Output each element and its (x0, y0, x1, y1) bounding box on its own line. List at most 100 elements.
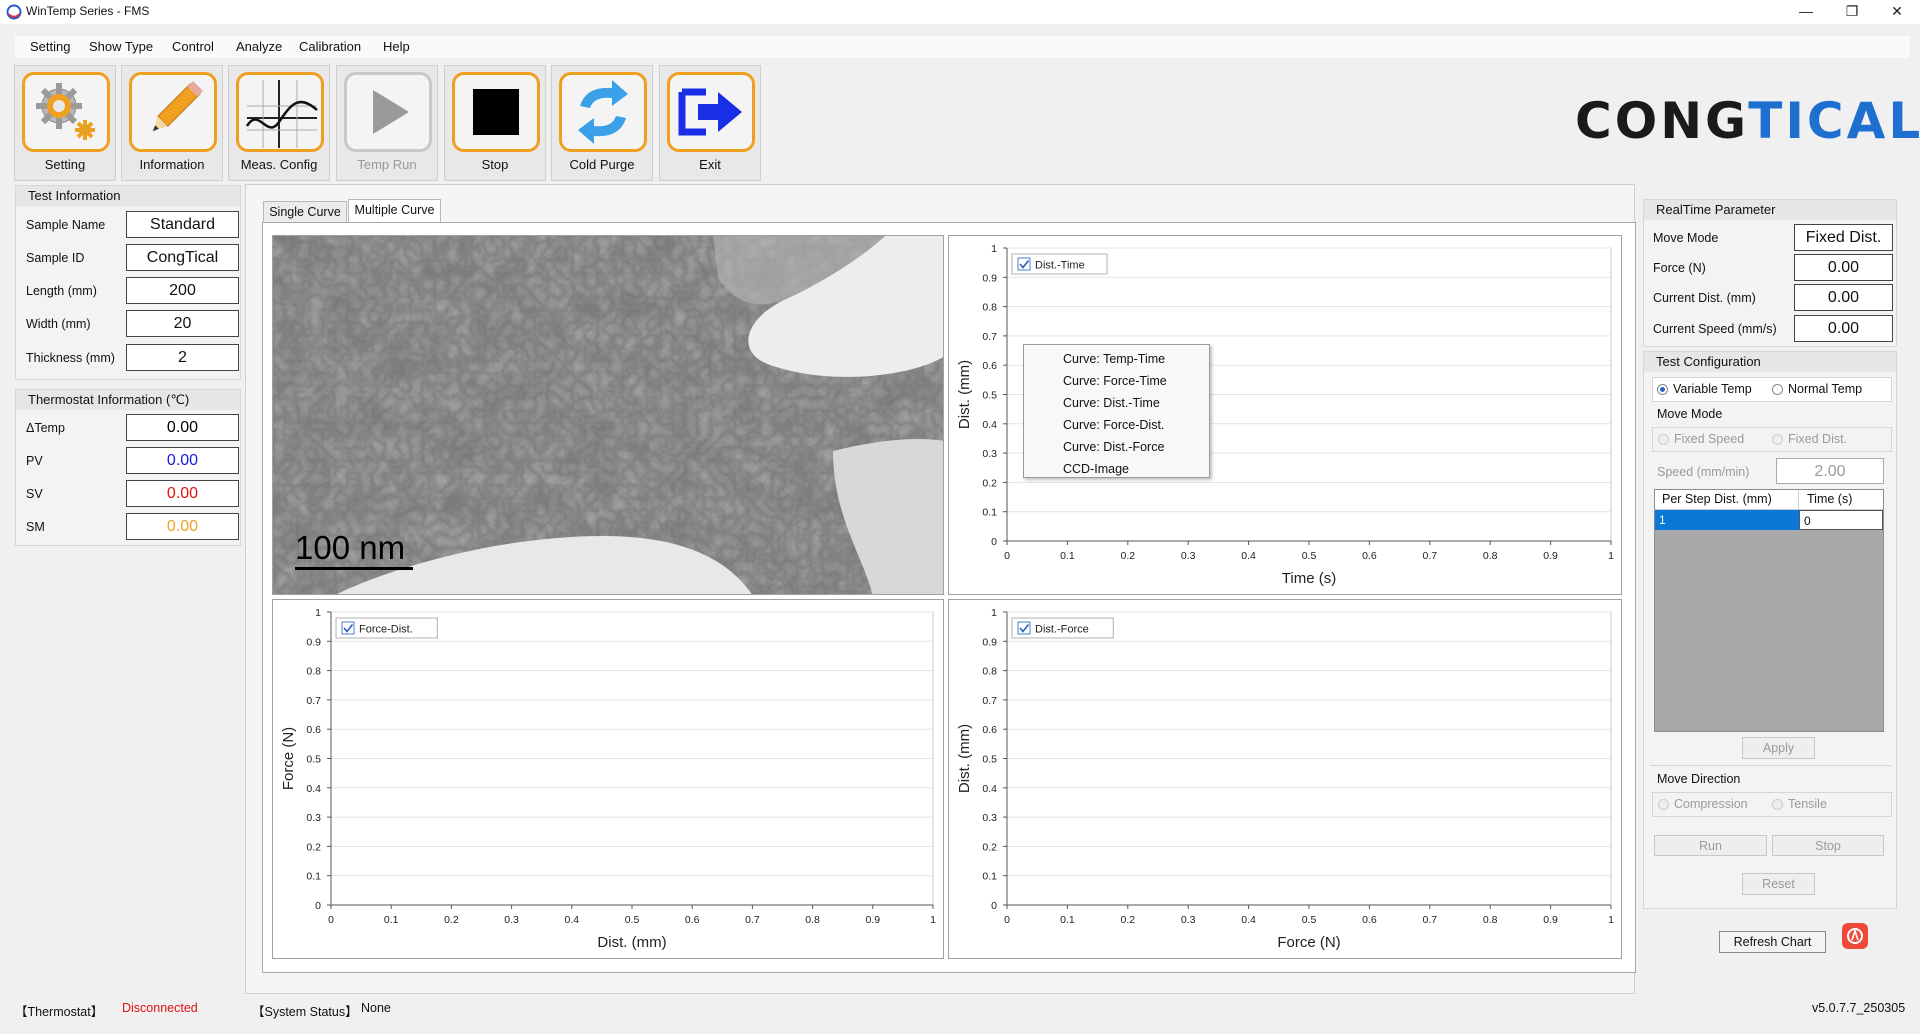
sample-id-label: Sample ID (26, 251, 85, 265)
brand-icon[interactable] (1842, 923, 1868, 949)
dist-force-xtick-label: 1 (1608, 914, 1614, 926)
dist-force-ytick-label: 0.6 (982, 724, 997, 736)
menu-analyze[interactable]: Analyze (236, 39, 282, 54)
direction-stop-button[interactable]: Stop (1772, 835, 1884, 856)
tensile-radio[interactable] (1772, 799, 1783, 810)
step-dist-header[interactable]: Per Step Dist. (mm) (1655, 490, 1799, 510)
fixed-dist-label[interactable]: Fixed Dist. (1788, 432, 1847, 446)
force-dist-xtick-label: 1 (930, 914, 936, 926)
delta-temp-value: 0.00 (126, 414, 239, 441)
dist-time-xtick-label: 1 (1608, 550, 1614, 562)
separator (1650, 765, 1892, 766)
force-dist-xtick-label: 0.3 (504, 914, 519, 926)
step-table: Per Step Dist. (mm) Time (s) 1 0 (1654, 489, 1884, 732)
version-label: v5.0.7.7_250305 (1812, 1001, 1906, 1015)
information-label: Information (139, 157, 205, 172)
system-status-value: None (361, 1001, 391, 1015)
dist-force-svg: 00 0.1 0.1 0.2 0.2 0.3 0.3 0.4 0.4 0.5 0.5 0.6 0.6 0.… (956, 607, 1614, 951)
speed-field[interactable]: 2.00 (1776, 458, 1884, 484)
length-field[interactable]: 200 (126, 277, 239, 304)
menu-show-type[interactable]: Show Type (89, 39, 153, 54)
width-field[interactable]: 20 (126, 310, 239, 337)
information-button[interactable]: Information (121, 65, 223, 181)
dist-force-xtick-label: 0.6 (1362, 914, 1377, 926)
cold-purge-button[interactable]: Cold Purge (551, 65, 653, 181)
dist-force-ytick-label: 1 (991, 607, 997, 619)
compression-label[interactable]: Compression (1674, 797, 1748, 811)
fixed-speed-radio[interactable] (1658, 434, 1669, 445)
dist-time-legend[interactable]: Dist.-Time (1011, 253, 1108, 275)
dist-force-xtick-label: 0.8 (1483, 914, 1498, 926)
force-dist-xtick-label: 0.6 (685, 914, 700, 926)
setting-label: Setting (44, 157, 86, 172)
menu-curve-temp-time[interactable]: Curve: Temp-Time (1063, 352, 1165, 366)
force-dist-xtick-label: 0.4 (564, 914, 579, 926)
meas-config-button[interactable]: Meas. Config (228, 65, 330, 181)
dist-force-ytick-label: 0.7 (982, 695, 997, 707)
menu-control[interactable]: Control (172, 39, 214, 54)
reset-button[interactable]: Reset (1742, 873, 1815, 895)
force-dist-legend-checkbox[interactable] (341, 621, 355, 635)
force-dist-legend[interactable]: Force-Dist. (335, 617, 438, 639)
force-dist-ytick-label: 0.9 (306, 636, 321, 648)
refresh-chart-button[interactable]: Refresh Chart (1719, 931, 1826, 953)
force-dist-ytick-label: 0.8 (306, 666, 321, 678)
dist-force-xtick-label: 0.2 (1120, 914, 1135, 926)
logo-part2: TICAL (1748, 92, 1920, 150)
system-status-label: 【System Status】 (252, 1005, 358, 1019)
tab-multiple-curve[interactable]: Multiple Curve (348, 199, 441, 223)
tensile-label[interactable]: Tensile (1788, 797, 1827, 811)
apply-button[interactable]: Apply (1742, 737, 1815, 759)
temp-run-button[interactable]: Temp Run (336, 65, 438, 181)
step-time-cell[interactable]: 0 (1799, 510, 1883, 530)
dist-time-xtick-label: 0.2 (1120, 550, 1135, 562)
variable-temp-label[interactable]: Variable Temp (1673, 382, 1752, 396)
menu-curve-force-dist[interactable]: Curve: Force-Dist. (1063, 418, 1164, 432)
dist-time-xtick-label: 0.5 (1302, 550, 1317, 562)
menu-ccd-image[interactable]: CCD-Image (1063, 462, 1129, 476)
menu-curve-force-time[interactable]: Curve: Force-Time (1063, 374, 1167, 388)
menu-calibration[interactable]: Calibration (299, 39, 361, 54)
normal-temp-radio[interactable] (1772, 384, 1783, 395)
exit-button[interactable]: Exit (659, 65, 761, 181)
menu-curve-dist-force[interactable]: Curve: Dist.-Force (1063, 440, 1164, 454)
dist-time-legend-checkbox[interactable] (1017, 257, 1031, 271)
dist-force-legend-checkbox[interactable] (1017, 621, 1031, 635)
step-dist-cell[interactable]: 1 (1655, 510, 1799, 530)
dist-force-legend[interactable]: Dist.-Force (1011, 617, 1114, 639)
sample-name-field[interactable]: Standard (126, 211, 239, 238)
force-dist-ytick-label: 0.6 (306, 724, 321, 736)
dist-force-ytick-label: 0.3 (982, 812, 997, 824)
restore-button[interactable]: ❐ (1829, 0, 1875, 24)
compression-radio[interactable] (1658, 799, 1669, 810)
minimize-button[interactable]: — (1783, 0, 1829, 24)
dist-force-ytick-label: 0.1 (982, 871, 997, 883)
variable-temp-radio[interactable] (1657, 384, 1668, 395)
setting-button[interactable]: Setting (14, 65, 116, 181)
fixed-dist-radio[interactable] (1772, 434, 1783, 445)
scale-bar-label: 100 nm (295, 529, 406, 566)
force-dist-legend-label: Force-Dist. (359, 624, 413, 636)
menu-help[interactable]: Help (383, 39, 410, 54)
test-configuration-panel: Test Configuration Variable Temp Normal … (1643, 351, 1897, 909)
dist-force-ytick-label: 0.2 (982, 841, 997, 853)
menu-curve-dist-time[interactable]: Curve: Dist.-Time (1063, 396, 1160, 410)
close-button[interactable]: ✕ (1874, 0, 1920, 24)
exit-label: Exit (699, 157, 721, 172)
stop-button[interactable]: Stop (444, 65, 546, 181)
tab-single-curve[interactable]: Single Curve (263, 201, 347, 223)
fixed-speed-label[interactable]: Fixed Speed (1674, 432, 1744, 446)
dist-time-legend-label: Dist.-Time (1035, 260, 1085, 272)
sample-id-field[interactable]: CongTical (126, 244, 239, 271)
normal-temp-label[interactable]: Normal Temp (1788, 382, 1862, 396)
step-time-header[interactable]: Time (s) (1799, 490, 1883, 510)
thickness-label: Thickness (mm) (26, 351, 115, 365)
delta-temp-label: ΔTemp (26, 421, 65, 435)
thickness-field[interactable]: 2 (126, 344, 239, 371)
dist-force-xtick-label: 0.3 (1181, 914, 1196, 926)
dist-time-xlabel: Time (s) (1282, 570, 1336, 587)
stop-label: Stop (481, 157, 509, 172)
menu-setting[interactable]: Setting (30, 39, 70, 54)
run-button[interactable]: Run (1654, 835, 1767, 856)
gear-icon (36, 83, 95, 140)
